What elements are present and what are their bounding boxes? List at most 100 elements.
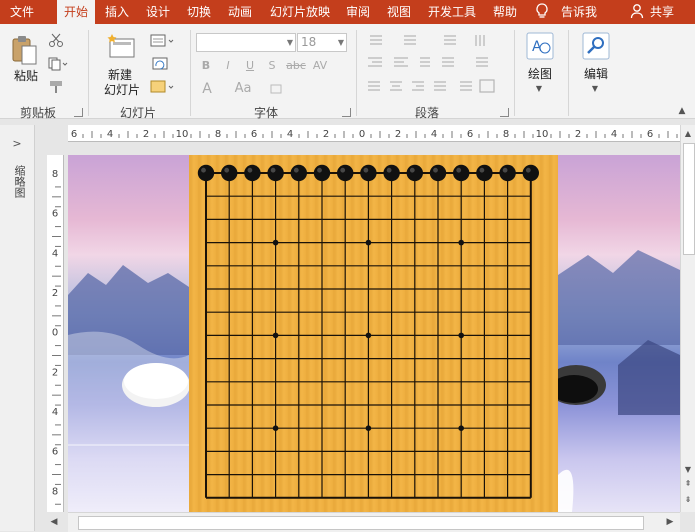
font-size-dropdown[interactable]: 18 ▼ bbox=[297, 33, 347, 52]
stone-highlight bbox=[340, 167, 346, 173]
new-slide-icon[interactable] bbox=[106, 33, 136, 61]
bold-button[interactable]: B bbox=[200, 59, 212, 73]
strikethrough-button[interactable]: abc bbox=[285, 59, 307, 73]
black-stone bbox=[313, 164, 331, 182]
group-separator bbox=[190, 30, 191, 116]
vertical-scrollbar[interactable]: ▲ ▼ ⇞ ⇟ bbox=[680, 125, 695, 512]
drawing-dropdown-arrow[interactable]: ▼ bbox=[534, 82, 544, 96]
star-point bbox=[365, 239, 372, 246]
horizontal-ruler: 6 4 2 10 8 6 4 2 0 2 4 6 8 10 2 4 6 bbox=[68, 125, 680, 142]
underline-button[interactable]: U bbox=[244, 59, 256, 73]
black-stone bbox=[476, 164, 493, 182]
tab-animations[interactable]: 动画 bbox=[221, 0, 259, 24]
star-point bbox=[458, 332, 465, 339]
section-icon[interactable] bbox=[150, 80, 176, 98]
tab-review[interactable]: 审阅 bbox=[339, 0, 377, 24]
star-point bbox=[272, 332, 279, 339]
black-stone bbox=[406, 164, 423, 182]
black-stone bbox=[429, 164, 447, 182]
new-slide-label-1[interactable]: 新建 bbox=[102, 68, 138, 83]
paragraph-group-label: 段落 bbox=[414, 106, 439, 120]
ribbon: 粘贴 剪贴板 新建 幻灯片 幻灯片 ▼ 18 ▼ B I U S abc AV A… bbox=[0, 24, 695, 120]
horizontal-scroll-thumb[interactable] bbox=[78, 516, 644, 530]
format-painter-icon[interactable] bbox=[48, 80, 64, 98]
tab-slideshow[interactable]: 幻灯片放映 bbox=[264, 0, 336, 24]
editing-dropdown-arrow[interactable]: ▼ bbox=[590, 82, 600, 96]
background-landscape-left bbox=[68, 155, 190, 512]
ruler-label: 4 bbox=[52, 248, 58, 259]
ruler-label: 8 bbox=[52, 169, 58, 180]
drawing-label[interactable]: 绘图 bbox=[522, 67, 558, 82]
paste-icon[interactable] bbox=[10, 34, 38, 66]
go-board[interactable] bbox=[189, 155, 558, 512]
vertical-scroll-thumb[interactable] bbox=[683, 143, 695, 255]
paragraph-launcher[interactable] bbox=[500, 108, 509, 117]
paste-button-label[interactable]: 粘贴 bbox=[10, 69, 42, 84]
ruler-label: 4 bbox=[107, 129, 113, 140]
scroll-right-arrow[interactable]: ▶ bbox=[664, 515, 676, 529]
slide-canvas[interactable] bbox=[68, 155, 680, 512]
italic-button[interactable]: I bbox=[222, 59, 234, 73]
ruler-corner bbox=[47, 125, 63, 141]
star-point bbox=[272, 425, 279, 432]
font-clear-icon[interactable] bbox=[268, 82, 284, 100]
horizontal-scrollbar[interactable]: ◀ ▶ bbox=[51, 512, 680, 532]
collapse-ribbon-icon[interactable]: ▲ bbox=[676, 104, 688, 118]
editing-label[interactable]: 编辑 bbox=[578, 67, 614, 82]
tab-insert[interactable]: 插入 bbox=[98, 0, 136, 24]
ruler-label: 8 bbox=[215, 129, 221, 140]
scroll-up-arrow[interactable]: ▲ bbox=[683, 127, 693, 141]
prev-slide-icon[interactable]: ⇞ bbox=[683, 477, 693, 491]
tab-home[interactable]: 开始 bbox=[57, 0, 95, 24]
reset-icon[interactable] bbox=[150, 57, 170, 75]
layout-icon[interactable] bbox=[150, 34, 176, 52]
stone-highlight bbox=[270, 167, 276, 173]
drawing-icon[interactable]: A bbox=[526, 32, 554, 60]
char-spacing-button[interactable]: AV bbox=[310, 59, 330, 73]
tab-developer[interactable]: 开发工具 bbox=[421, 0, 483, 24]
star-point bbox=[365, 332, 372, 339]
tab-design[interactable]: 设计 bbox=[139, 0, 177, 24]
group-separator bbox=[568, 30, 569, 116]
stone-highlight bbox=[363, 167, 369, 173]
tell-me-box[interactable]: 告诉我 bbox=[556, 0, 602, 24]
scroll-down-arrow[interactable]: ▼ bbox=[683, 463, 693, 477]
star-point bbox=[365, 425, 372, 432]
tab-help[interactable]: 帮助 bbox=[486, 0, 524, 24]
star-point bbox=[458, 239, 465, 246]
tab-file[interactable]: 文件 bbox=[2, 0, 42, 24]
expand-pane-icon[interactable]: > bbox=[10, 137, 24, 151]
black-stone bbox=[499, 164, 516, 182]
black-stone bbox=[244, 164, 261, 182]
black-stone bbox=[267, 164, 284, 182]
magnifier-icon[interactable] bbox=[582, 32, 610, 60]
star-point bbox=[272, 239, 279, 246]
ruler-label: 0 bbox=[359, 129, 365, 140]
change-case-button[interactable]: Aa bbox=[232, 82, 254, 96]
group-separator bbox=[514, 30, 515, 116]
shadow-button[interactable]: S bbox=[266, 59, 278, 73]
tab-transitions[interactable]: 切换 bbox=[180, 0, 218, 24]
vertical-ruler: 8 6 4 2 0 2 4 6 8 bbox=[47, 155, 64, 525]
stone-highlight bbox=[456, 167, 462, 173]
vertical-ruler-ticks: 8 6 4 2 0 2 4 6 8 bbox=[52, 169, 61, 525]
cut-icon[interactable] bbox=[48, 33, 64, 51]
ruler-label: 6 bbox=[251, 129, 257, 140]
font-color-button[interactable]: A bbox=[200, 82, 214, 96]
person-icon bbox=[628, 3, 646, 21]
font-launcher[interactable] bbox=[342, 108, 351, 117]
tab-view[interactable]: 视图 bbox=[380, 0, 418, 24]
share-button[interactable]: 共享 bbox=[645, 0, 679, 24]
black-stone bbox=[221, 164, 238, 182]
new-slide-label-2[interactable]: 幻灯片 bbox=[96, 83, 148, 98]
next-slide-icon[interactable]: ⇟ bbox=[683, 493, 693, 507]
scroll-left-arrow[interactable]: ◀ bbox=[48, 515, 60, 529]
paragraph-tools-icon[interactable] bbox=[364, 34, 504, 98]
thumbnail-pane-label[interactable]: 缩略图 bbox=[9, 165, 26, 198]
clipboard-launcher[interactable] bbox=[74, 108, 83, 117]
copy-icon[interactable] bbox=[48, 57, 68, 75]
font-name-dropdown[interactable]: ▼ bbox=[196, 33, 296, 52]
black-stone bbox=[290, 164, 307, 182]
ruler-label: 4 bbox=[287, 129, 293, 140]
ruler-label: 10 bbox=[536, 129, 549, 140]
